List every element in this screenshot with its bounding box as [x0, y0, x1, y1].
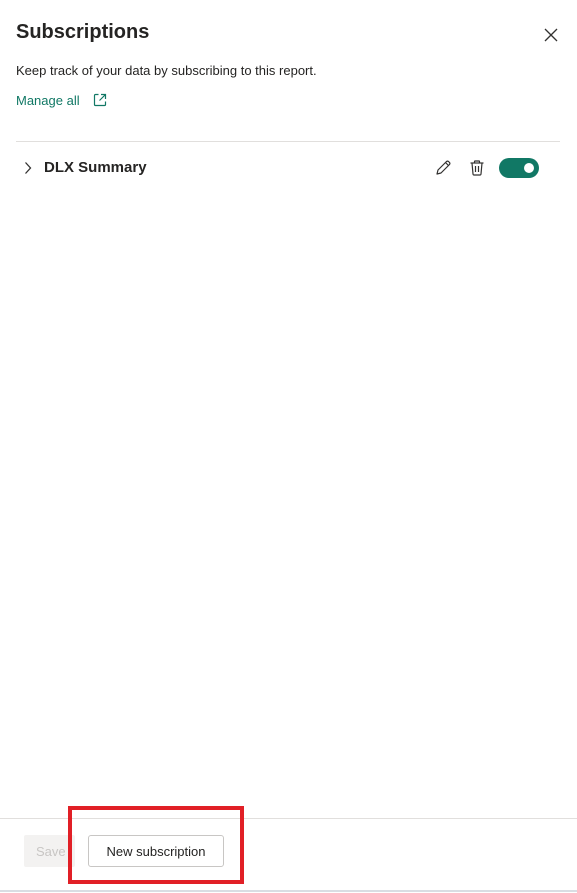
subscription-toggle[interactable]	[499, 158, 539, 178]
close-icon	[544, 28, 558, 42]
pencil-icon	[436, 160, 451, 175]
panel-title: Subscriptions	[16, 21, 150, 43]
subscription-row: DLX Summary	[16, 150, 560, 186]
trash-icon	[470, 160, 484, 176]
section-divider	[16, 141, 560, 142]
subscriptions-panel: Subscriptions Keep track of your data by…	[0, 0, 577, 893]
subscription-name: DLX Summary	[44, 159, 147, 176]
delete-subscription-button[interactable]	[466, 157, 488, 179]
bottom-edge	[0, 890, 577, 892]
save-button[interactable]: Save	[24, 835, 75, 867]
footer-divider	[0, 818, 577, 819]
manage-all-label: Manage all	[16, 92, 80, 108]
panel-description: Keep track of your data by subscribing t…	[16, 63, 317, 78]
manage-all-link[interactable]: Manage all	[16, 91, 109, 109]
chevron-right-icon	[25, 162, 32, 174]
expand-button[interactable]	[20, 159, 36, 177]
external-link-icon	[91, 91, 109, 109]
new-subscription-button[interactable]: New subscription	[88, 835, 224, 867]
edit-subscription-button[interactable]	[432, 157, 454, 179]
close-button[interactable]	[540, 24, 562, 46]
toggle-knob	[524, 163, 534, 173]
